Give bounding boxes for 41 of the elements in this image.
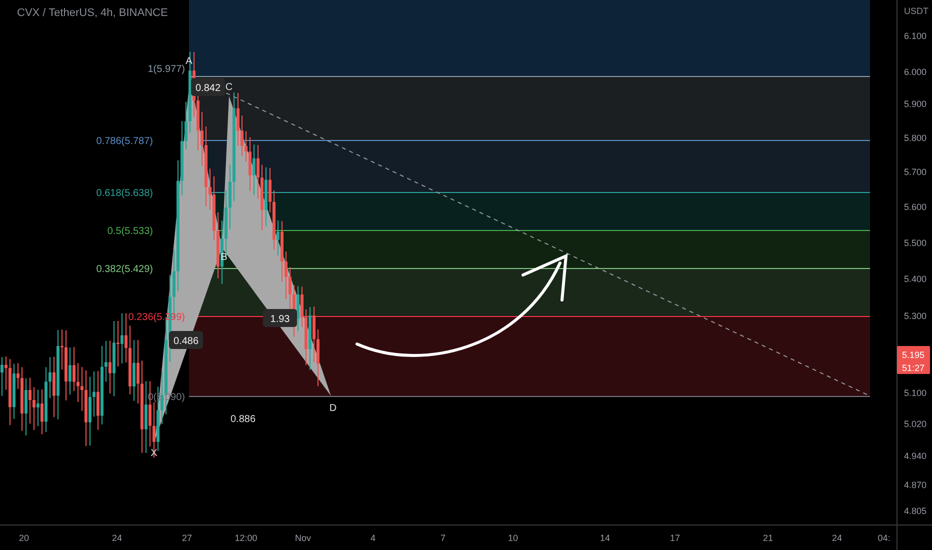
chart-title: CVX / TetherUS, 4h, BINANCE [17, 7, 168, 19]
price-tick: 5.100 [904, 388, 927, 398]
time-tick: 7 [440, 533, 446, 543]
price-tick: 5.900 [904, 99, 927, 109]
fib-level-label: 1(5.977) [148, 64, 185, 75]
price-unit: USDT [904, 6, 928, 16]
price-tick: 4.940 [904, 451, 927, 461]
time-tick: 20 [19, 533, 29, 543]
time-tick: 10 [508, 533, 518, 543]
price-tick: 4.805 [904, 506, 927, 516]
ratio-label: 0.886 [230, 414, 256, 425]
ratio-label: 0.842 [191, 78, 225, 96]
time-tick: 27 [182, 533, 192, 543]
fib-level-label: 0.382(5.429) [96, 264, 153, 275]
time-tick: 14 [600, 533, 610, 543]
current-price-tag: 5.195 51:27 [897, 346, 930, 374]
price-tick: 5.600 [904, 202, 927, 212]
price-tick: 5.500 [904, 238, 927, 248]
price-tick: 5.800 [904, 133, 927, 143]
pattern-point-label: D [329, 403, 337, 414]
time-tick: 04: [878, 533, 890, 543]
time-tick: 17 [670, 533, 680, 543]
ratio-label: 1.93 [263, 309, 297, 327]
time-tick: Nov [295, 533, 311, 543]
time-tick: 4 [370, 533, 376, 543]
time-tick: 24 [832, 533, 842, 543]
price-tick: 4.870 [904, 480, 927, 490]
price-tick: 5.400 [904, 274, 927, 284]
price-tick: 5.020 [904, 419, 927, 429]
pattern-point-label: C [225, 82, 233, 93]
price-tick: 5.300 [904, 311, 927, 321]
time-tick: 21 [763, 533, 773, 543]
price-tick: 5.700 [904, 167, 927, 177]
time-tick: 24 [112, 533, 122, 543]
ratio-label: 0.486 [169, 331, 203, 349]
price-tick: 6.100 [904, 31, 927, 41]
time-tick: 12:00 [234, 533, 258, 543]
fib-level-label: 0.786(5.787) [96, 136, 153, 147]
price-tick: 6.000 [904, 67, 927, 77]
fib-level-label: 0.5(5.533) [107, 226, 153, 237]
fib-level-label: 0.618(5.638) [96, 188, 153, 199]
